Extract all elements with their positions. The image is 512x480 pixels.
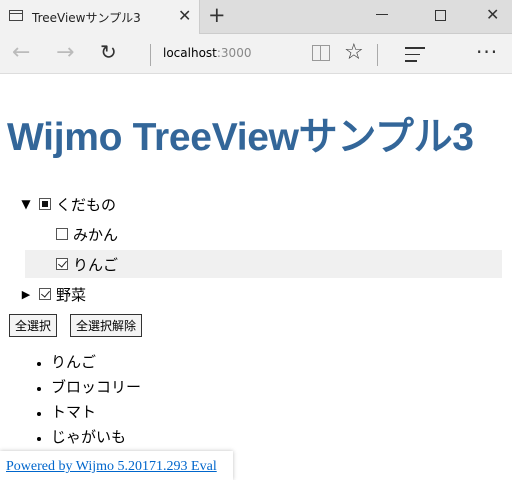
url-host: localhost [163,46,217,60]
hub-icon[interactable] [405,47,425,67]
favorite-star-icon[interactable]: ☆ [344,40,364,65]
tree-node-vegetables[interactable]: ▶ 野菜 [18,280,86,308]
close-tab-icon[interactable]: ✕ [178,6,191,25]
tree-node-label: りんご [73,255,119,274]
wijmo-powered-by-link[interactable]: Powered by Wijmo 5.20171.293 Eval [6,459,217,475]
list-item: ブロッコリー [51,377,141,402]
url-field[interactable]: localhost:3000 [163,46,251,60]
reading-view-icon[interactable] [312,45,330,61]
divider [377,44,378,66]
vegetables-checkbox[interactable] [39,288,51,300]
tree-node-label: みかん [73,225,119,244]
more-options-icon[interactable]: ··· [476,40,498,64]
forward-arrow-icon[interactable]: → [56,41,74,65]
deselect-all-button[interactable]: 全選択解除 [70,314,143,337]
url-port: :3000 [216,46,252,60]
maximize-icon[interactable] [435,10,446,21]
list-item: りんご [51,352,141,377]
list-item: じゃがいも [51,427,141,452]
tree-node-ringo[interactable]: りんご [25,250,502,278]
expanded-toggle-icon[interactable]: ▼ [18,197,34,211]
new-tab-button[interactable]: + [208,3,226,27]
browser-tab[interactable]: TreeViewサンプル3 ✕ [0,0,200,34]
tab-page-icon [9,10,23,21]
checked-items-list: りんご ブロッコリー トマト じゃがいも [33,352,141,452]
window-close-icon[interactable]: ✕ [486,5,499,24]
tree-node-mikan[interactable]: みかん [25,220,502,248]
select-all-button[interactable]: 全選択 [9,314,58,337]
title-bar: TreeViewサンプル3 ✕ + ✕ [0,0,512,34]
page-title: Wijmo TreeViewサンプル3 [7,116,474,159]
list-item: トマト [51,402,141,427]
divider [150,44,151,66]
minimize-icon[interactable] [376,14,388,15]
refresh-icon[interactable]: ↻ [100,40,117,64]
tab-title: TreeViewサンプル3 [32,11,141,25]
tree-node-fruits[interactable]: ▼ くだもの [18,190,116,218]
tree-node-label: 野菜 [56,285,87,304]
mikan-checkbox[interactable] [56,228,68,240]
collapsed-toggle-icon[interactable]: ▶ [18,288,34,301]
back-arrow-icon[interactable]: ← [12,41,30,65]
ringo-checkbox[interactable] [56,258,68,270]
address-bar: ← → ↻ localhost:3000 ☆ ··· [0,34,512,74]
tree-node-label: くだもの [56,195,117,214]
fruits-checkbox[interactable] [39,198,51,210]
